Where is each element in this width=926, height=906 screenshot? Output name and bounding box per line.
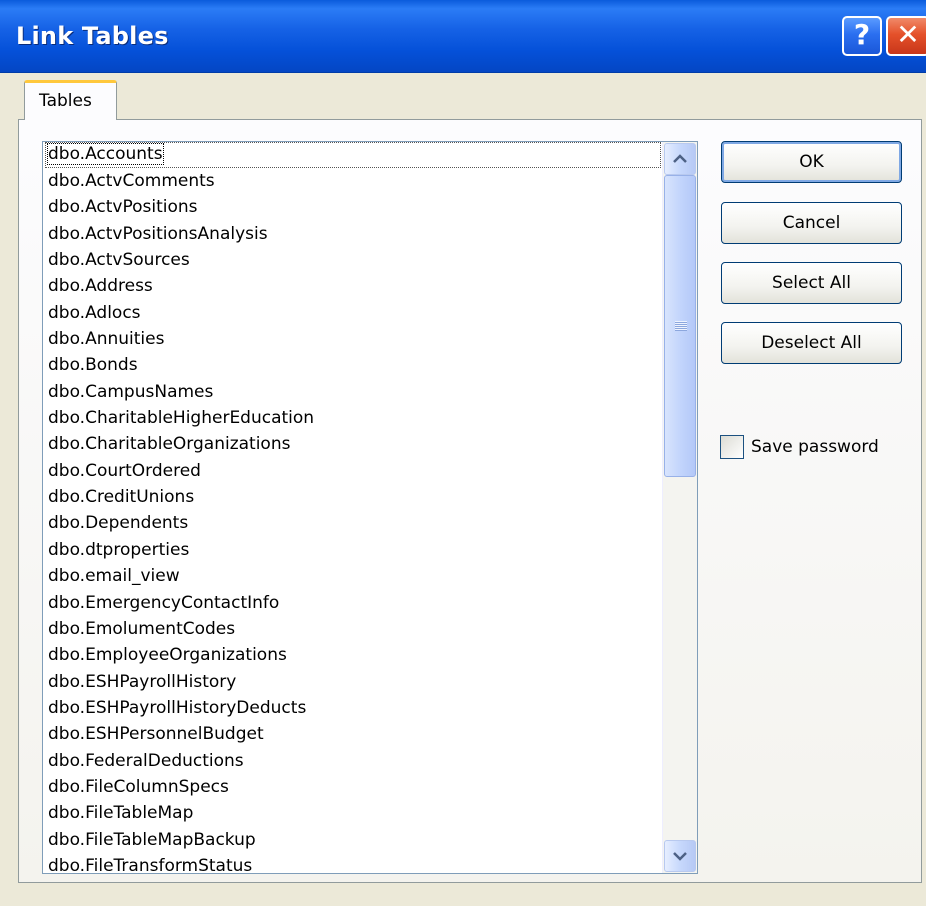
window-title: Link Tables xyxy=(16,22,169,50)
tables-listbox[interactable]: dbo.Accounts dbo.ActvComments dbo.ActvPosi… xyxy=(42,141,698,874)
table-name: dbo.EmolumentCodes xyxy=(48,618,236,639)
table-list-item[interactable]: dbo.EmployeeOrganizations xyxy=(43,642,663,668)
table-list-item[interactable]: dbo.Dependents xyxy=(43,510,663,536)
save-password-checkbox[interactable] xyxy=(720,435,744,459)
table-name: dbo.email_view xyxy=(48,566,180,587)
scrollbar-thumb[interactable] xyxy=(664,175,696,477)
table-name: dbo.CreditUnions xyxy=(48,487,195,508)
table-list-item[interactable]: dbo.EmolumentCodes xyxy=(43,616,663,642)
table-name: dbo.FileTransformStatus xyxy=(48,855,253,874)
close-button[interactable]: ✕ xyxy=(886,16,926,56)
table-list-item[interactable]: dbo.ESHPayrollHistory xyxy=(43,669,663,695)
table-name: dbo.CourtOrdered xyxy=(48,460,201,481)
table-name: dbo.Annuities xyxy=(48,329,165,350)
table-name: dbo.dtproperties xyxy=(48,539,190,560)
chevron-up-icon xyxy=(673,148,687,169)
table-name: dbo.ActvPositionsAnalysis xyxy=(48,223,268,244)
table-name: dbo.EmergencyContactInfo xyxy=(48,592,280,613)
table-name: dbo.FileTableMap xyxy=(48,803,194,824)
table-name: dbo.ESHPersonnelBudget xyxy=(48,724,264,745)
chevron-down-icon xyxy=(673,845,687,866)
table-list-item[interactable]: dbo.CharitableOrganizations xyxy=(43,431,663,457)
select-all-button[interactable]: Select All xyxy=(721,262,902,304)
table-name: dbo.ActvPositions xyxy=(48,197,198,218)
table-list-item[interactable]: dbo.Address xyxy=(43,273,663,299)
table-name: dbo.FederalDeductions xyxy=(48,750,244,771)
cancel-button[interactable]: Cancel xyxy=(721,202,902,244)
table-name: dbo.Accounts xyxy=(47,143,164,165)
table-list-item[interactable]: dbo.ESHPayrollHistoryDeducts xyxy=(43,695,663,721)
title-bar[interactable]: Link Tables ? ✕ xyxy=(0,0,926,73)
table-list-item[interactable]: dbo.ActvComments xyxy=(43,168,663,194)
table-list-item[interactable]: dbo.FileColumnSpecs xyxy=(43,774,663,800)
table-list-item[interactable]: dbo.EmergencyContactInfo xyxy=(43,590,663,616)
deselect-all-button[interactable]: Deselect All xyxy=(721,322,902,364)
scroll-down-button[interactable] xyxy=(664,840,696,872)
table-list-item[interactable]: dbo.FileTransformStatus xyxy=(43,853,663,874)
table-name: dbo.CampusNames xyxy=(48,381,214,402)
table-name: dbo.ActvComments xyxy=(48,171,215,191)
grip-icon xyxy=(675,321,687,331)
save-password-label: Save password xyxy=(751,437,879,457)
table-list-item[interactable]: dbo.Annuities xyxy=(43,326,663,352)
tab-tables[interactable]: Tables xyxy=(24,80,117,120)
scroll-up-button[interactable] xyxy=(664,143,696,175)
table-list-item[interactable]: dbo.email_view xyxy=(43,563,663,589)
table-list-item[interactable]: dbo.FileTableMap xyxy=(43,800,663,826)
table-list-item[interactable]: dbo.CharitableHigherEducation xyxy=(43,405,663,431)
tables-list: dbo.Accounts dbo.ActvComments dbo.ActvPosi… xyxy=(43,142,663,874)
table-list-item[interactable]: dbo.FileTableMapBackup xyxy=(43,827,663,853)
table-list-item[interactable]: dbo.ActvPositionsAnalysis xyxy=(43,221,663,247)
help-button[interactable]: ? xyxy=(842,16,882,56)
link-tables-dialog: Link Tables ? ✕ Tables dbo.Accounts dbo.A… xyxy=(0,0,926,906)
table-name: dbo.Bonds xyxy=(48,355,138,376)
ok-button[interactable]: OK xyxy=(721,141,902,183)
table-list-item[interactable]: dbo.ESHPersonnelBudget xyxy=(43,721,663,747)
table-name: dbo.ESHPayrollHistory xyxy=(48,671,237,692)
table-name: dbo.CharitableHigherEducation xyxy=(48,408,315,429)
table-list-item[interactable]: dbo.Bonds xyxy=(43,352,663,378)
table-list-item[interactable]: dbo.Accounts xyxy=(45,142,661,168)
table-name: dbo.FileTableMapBackup xyxy=(48,829,256,850)
table-list-item[interactable]: dbo.ActvSources xyxy=(43,247,663,273)
table-list-item[interactable]: dbo.FederalDeductions xyxy=(43,748,663,774)
table-name: dbo.CharitableOrganizations xyxy=(48,434,291,455)
table-name: dbo.FileColumnSpecs xyxy=(48,776,229,797)
table-list-item[interactable]: dbo.CourtOrdered xyxy=(43,458,663,484)
table-list-item[interactable]: dbo.CreditUnions xyxy=(43,484,663,510)
table-list-item[interactable]: dbo.dtproperties xyxy=(43,537,663,563)
table-list-item[interactable]: dbo.CampusNames xyxy=(43,379,663,405)
table-list-item[interactable]: dbo.Adlocs xyxy=(43,300,663,326)
table-name: dbo.EmployeeOrganizations xyxy=(48,645,287,666)
table-list-item[interactable]: dbo.ActvPositions xyxy=(43,194,663,220)
table-name: dbo.Dependents xyxy=(48,513,189,534)
table-name: dbo.Address xyxy=(48,276,153,297)
vertical-scrollbar[interactable] xyxy=(662,142,697,873)
tab-tables-label: Tables xyxy=(39,91,92,111)
table-name: dbo.Adlocs xyxy=(48,302,141,323)
table-name: dbo.ESHPayrollHistoryDeducts xyxy=(48,697,307,718)
table-name: dbo.ActvSources xyxy=(48,250,190,271)
